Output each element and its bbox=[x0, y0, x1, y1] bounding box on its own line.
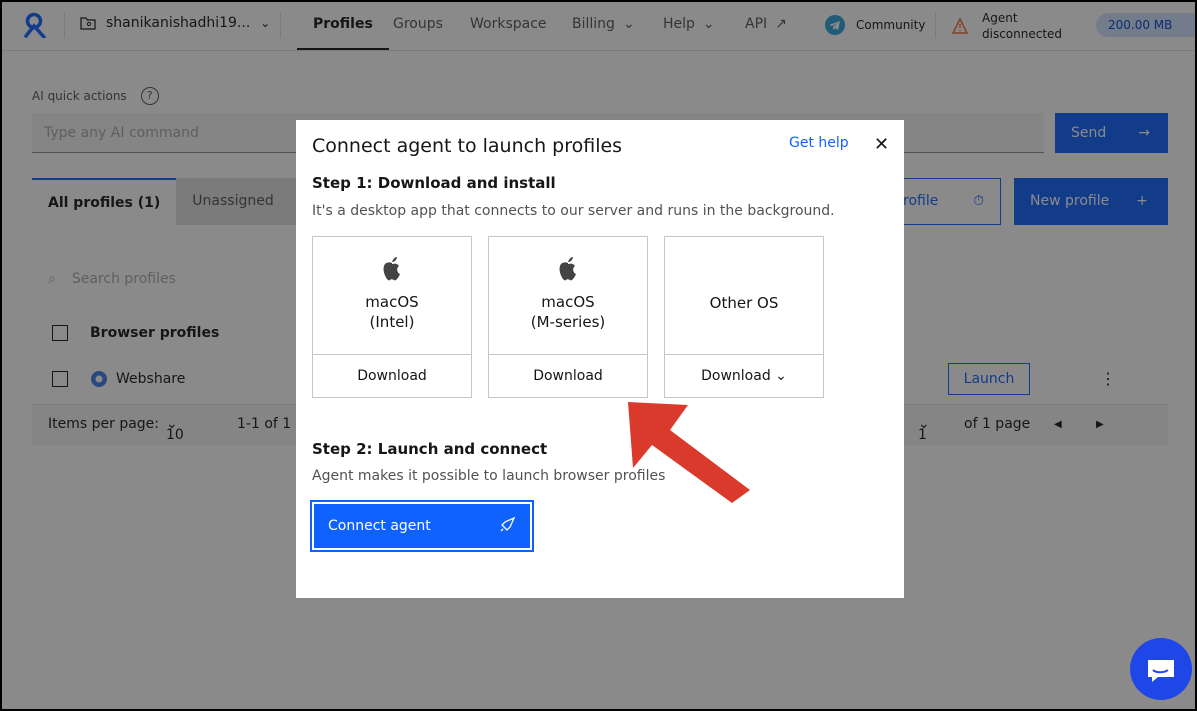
download-button[interactable]: Download bbox=[313, 355, 471, 398]
os-variant: (Intel) bbox=[369, 313, 415, 331]
connect-agent-modal: Connect agent to launch profiles Get hel… bbox=[296, 120, 904, 598]
apple-icon bbox=[559, 257, 576, 281]
apple-icon bbox=[383, 257, 400, 281]
os-variant: (M-series) bbox=[530, 313, 606, 331]
step1-title: Step 1: Download and install bbox=[312, 174, 556, 192]
rocket-icon bbox=[500, 516, 516, 532]
os-label: macOS bbox=[541, 293, 595, 311]
os-label: Other OS bbox=[709, 294, 779, 312]
connect-agent-button[interactable]: Connect agent bbox=[310, 500, 534, 552]
os-card-other-os: Other OS Download ⌄ bbox=[664, 236, 824, 398]
modal-title: Connect agent to launch profiles bbox=[312, 135, 623, 157]
step2-title: Step 2: Launch and connect bbox=[312, 440, 548, 458]
chat-icon bbox=[1148, 660, 1174, 682]
chat-support-button[interactable] bbox=[1130, 638, 1192, 700]
get-help-link[interactable]: Get help bbox=[789, 135, 849, 151]
os-card-macos-m-series: macOS (M-series) Download bbox=[488, 236, 648, 398]
chevron-down-icon: ⌄ bbox=[775, 368, 787, 384]
close-icon[interactable]: ✕ bbox=[874, 134, 889, 155]
os-card-macos-intel: macOS (Intel) Download bbox=[312, 236, 472, 398]
annotation-arrow bbox=[628, 402, 750, 503]
step1-description: It's a desktop app that connects to our … bbox=[312, 203, 835, 219]
os-label: macOS bbox=[365, 293, 419, 311]
